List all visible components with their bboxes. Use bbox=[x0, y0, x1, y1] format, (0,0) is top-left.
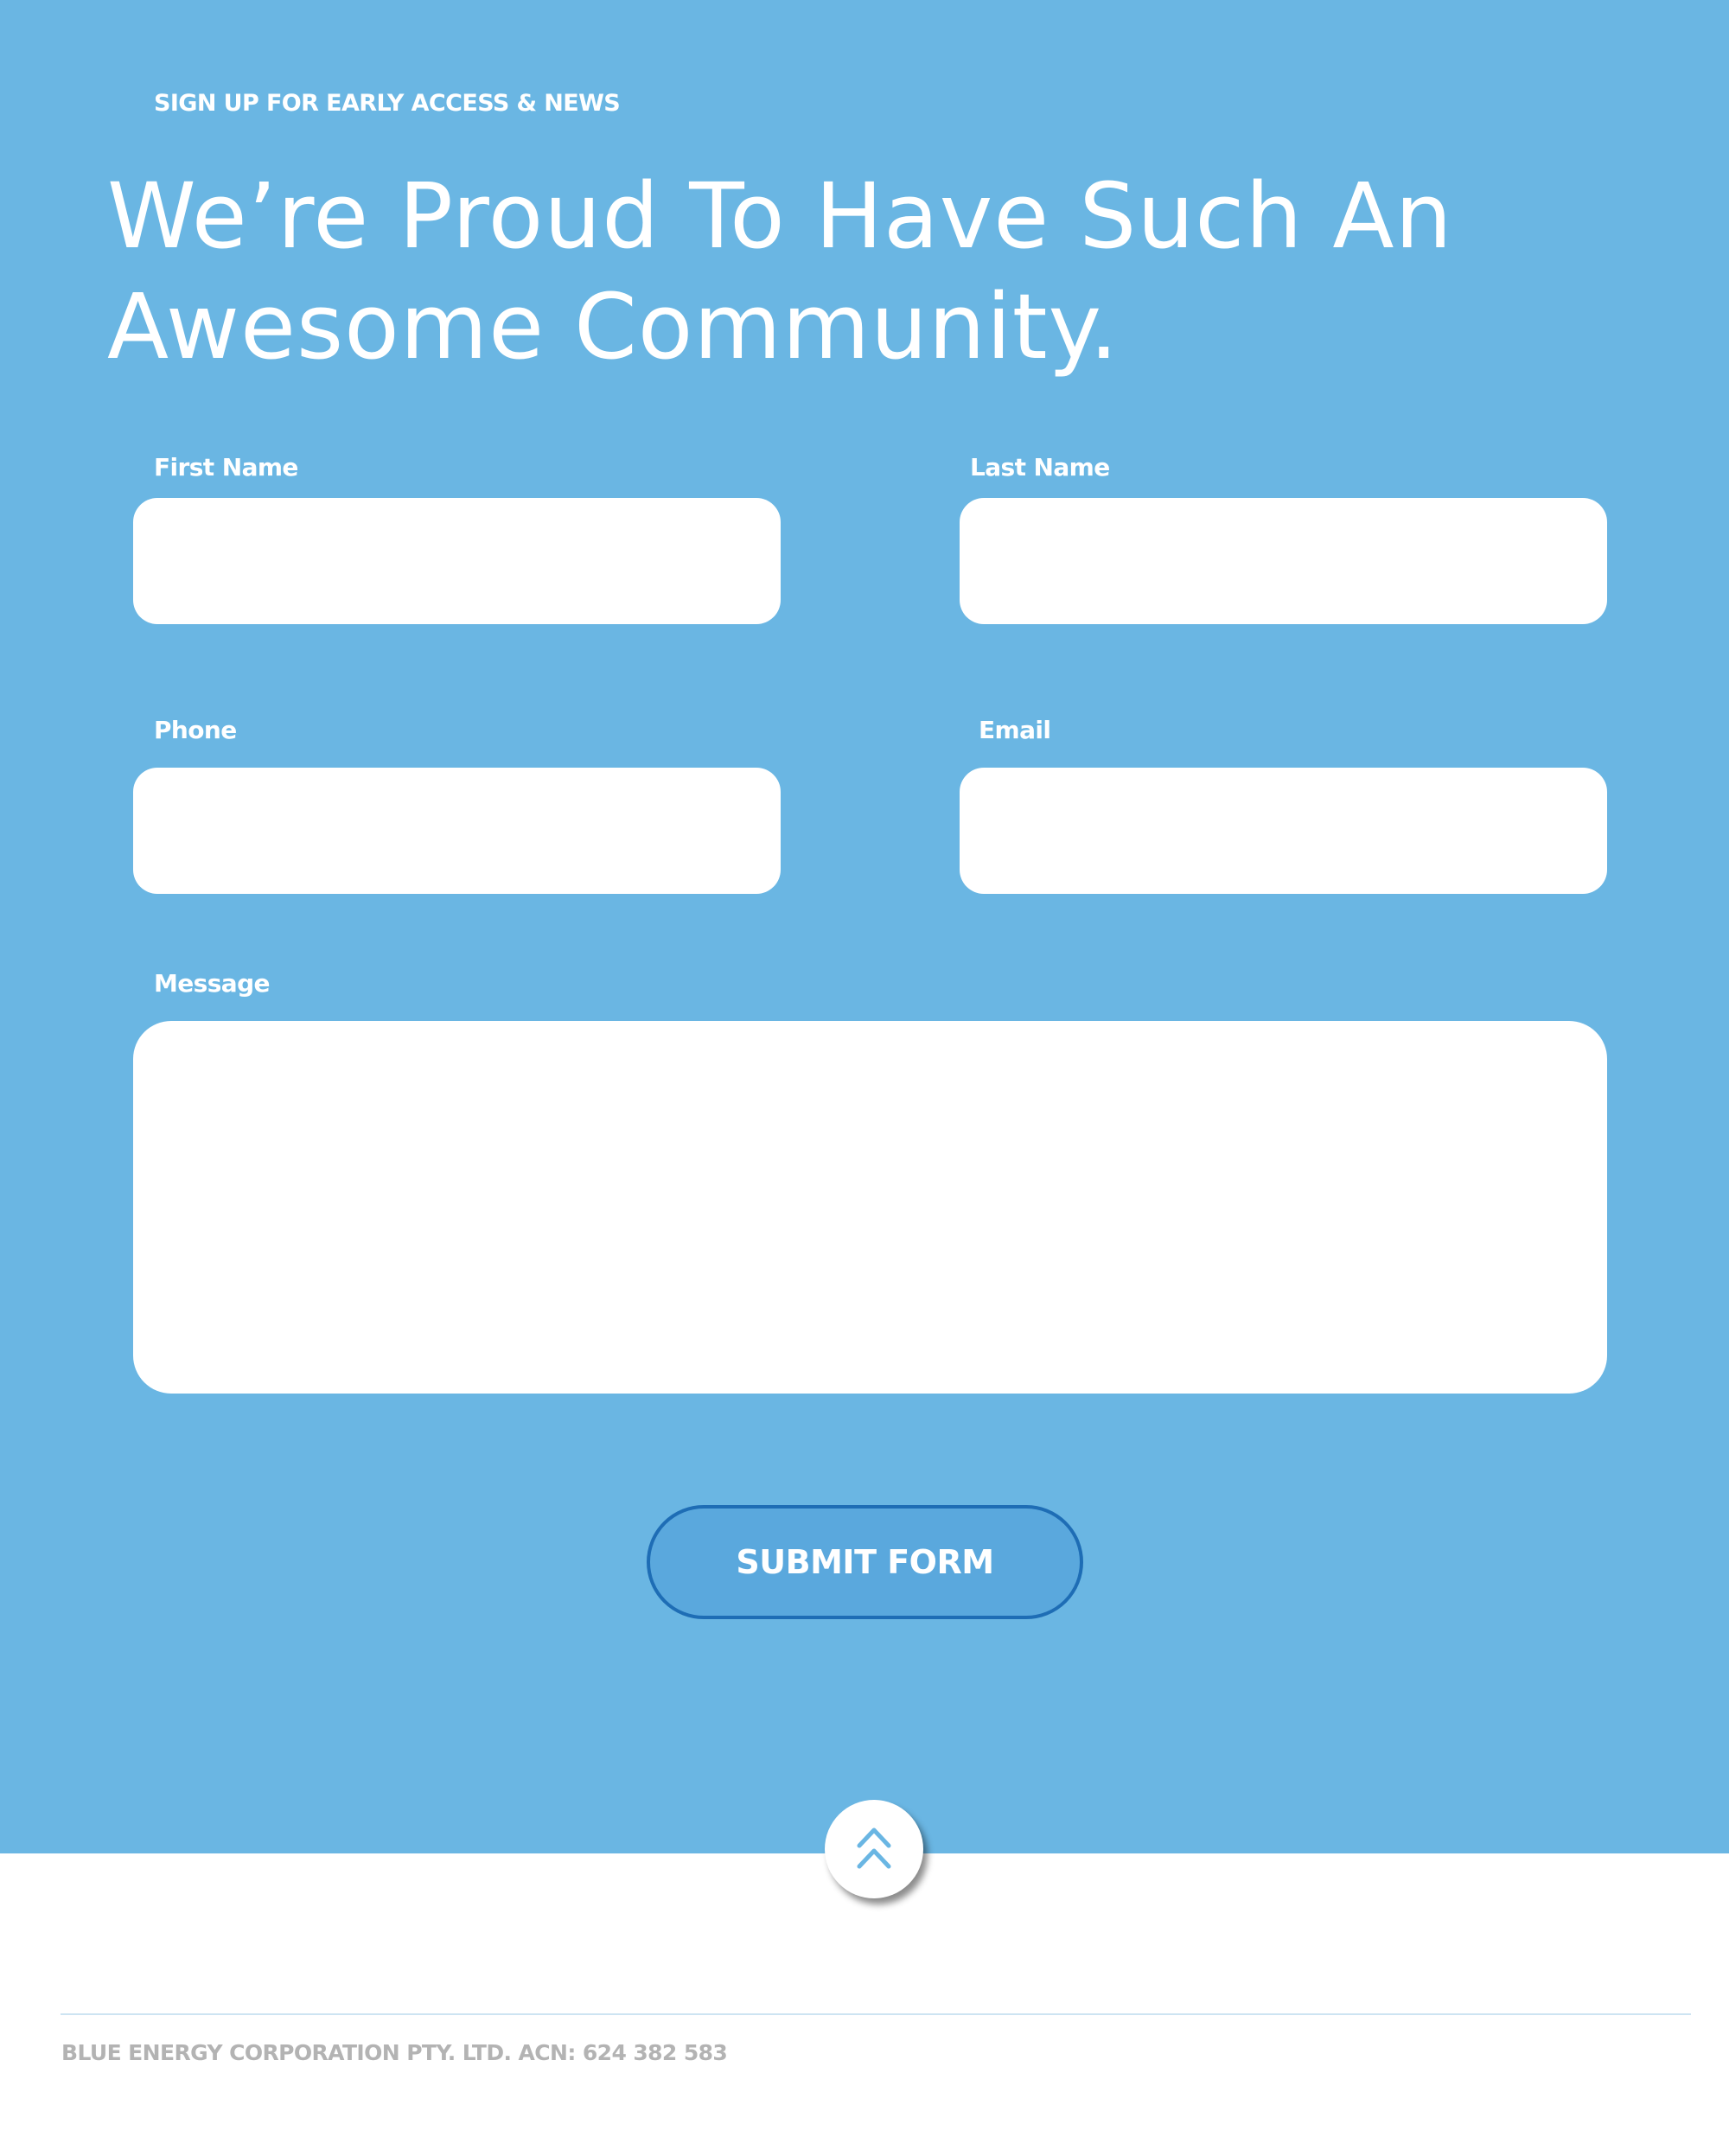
submit-form-button[interactable]: SUBMIT FORM bbox=[647, 1505, 1083, 1619]
phone-label: Phone bbox=[154, 716, 237, 744]
footer-company-text: BLUE ENERGY CORPORATION PTY. LTD. ACN: 6… bbox=[61, 2040, 728, 2065]
message-label: Message bbox=[154, 969, 271, 998]
double-chevron-up-icon bbox=[857, 1827, 891, 1869]
section-eyebrow: SIGN UP FOR EARLY ACCESS & NEWS bbox=[154, 90, 621, 117]
email-input[interactable] bbox=[960, 768, 1607, 894]
footer-divider bbox=[61, 2013, 1691, 2015]
message-textarea[interactable] bbox=[133, 1021, 1607, 1394]
last-name-input[interactable] bbox=[960, 498, 1607, 624]
scroll-to-top-button[interactable] bbox=[825, 1800, 923, 1898]
last-name-label: Last Name bbox=[970, 453, 1110, 482]
page-title: We’re Proud To Have Such An Awesome Comm… bbox=[107, 163, 1453, 380]
email-label: Email bbox=[979, 716, 1051, 744]
first-name-input[interactable] bbox=[133, 498, 781, 624]
signup-section: SIGN UP FOR EARLY ACCESS & NEWS We’re Pr… bbox=[0, 0, 1729, 1853]
first-name-label: First Name bbox=[154, 453, 298, 482]
phone-input[interactable] bbox=[133, 768, 781, 894]
